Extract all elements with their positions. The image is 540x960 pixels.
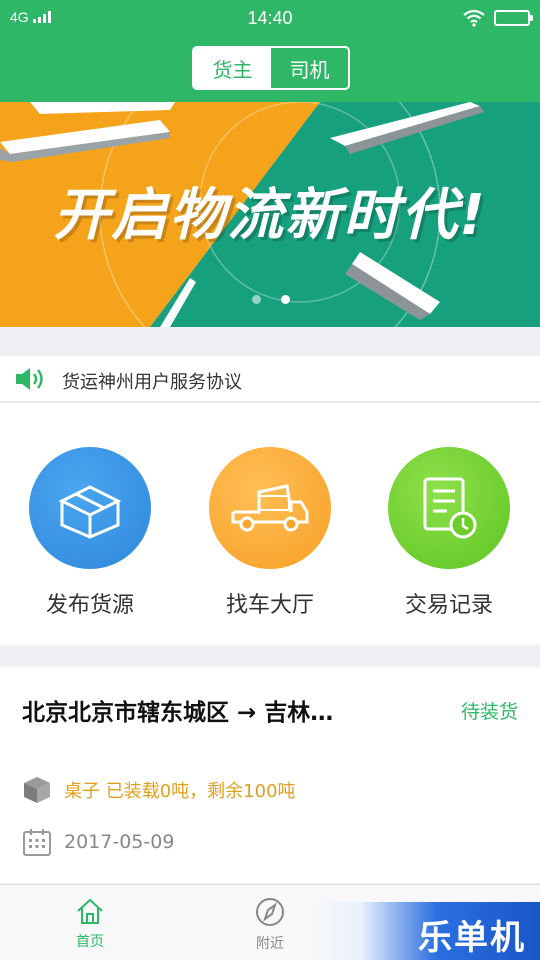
banner-pagination (252, 295, 290, 304)
menu-label: 发布货源 (45, 593, 134, 618)
cargo-box-icon (24, 777, 50, 803)
order-date: 2017-05-09 (22, 827, 174, 857)
order-goods: 桌子 已装载0吨，剩余100吨 (22, 775, 296, 805)
battery-icon (494, 10, 533, 26)
role-switch: 货主 司机 (192, 46, 350, 90)
wifi-icon (463, 9, 485, 27)
record-icon (388, 447, 510, 569)
status-bar: 4G 14:40 (0, 0, 540, 36)
date-text: 2017-05-09 (64, 831, 175, 853)
goods-text: 桌子 已装载0吨，剩余100吨 (64, 781, 296, 802)
menu-transaction-records[interactable]: 交易记录 (387, 447, 511, 619)
site-watermark: 乐单机 (310, 902, 540, 960)
menu-publish-cargo[interactable]: 发布货源 (28, 447, 152, 619)
menu-label: 交易记录 (404, 593, 493, 618)
tab-label: 附近 (256, 936, 284, 952)
segment-shipper[interactable]: 货主 (194, 48, 271, 88)
tab-home[interactable]: 首页 (50, 897, 130, 951)
box-icon (29, 447, 151, 569)
banner-headline: 开启物流新时代! (53, 183, 487, 248)
order-route: 北京北京市辖东城区 → 吉林… (22, 700, 334, 726)
watermark-text: 乐单机 (418, 918, 526, 958)
speaker-icon (16, 368, 43, 390)
status-icons (462, 9, 533, 27)
order-card[interactable]: 北京北京市辖东城区 → 吉林… 待装货 桌子 已装载0吨，剩余100吨 2017… (0, 667, 540, 883)
page-dot-active[interactable] (281, 295, 290, 304)
segment-driver[interactable]: 司机 (271, 48, 348, 88)
menu-label: 找车大厅 (225, 593, 314, 618)
clock: 14:40 (247, 8, 293, 28)
notice-bar[interactable]: 货运神州用户服务协议 (0, 356, 540, 402)
notice-text: 货运神州用户服务协议 (62, 372, 242, 393)
tab-nearby[interactable]: 附近 (230, 897, 310, 953)
page-dot[interactable] (252, 295, 261, 304)
top-header: 货主 司机 (0, 36, 540, 102)
order-status: 待装货 (460, 701, 518, 723)
home-icon (77, 898, 103, 924)
compass-icon (256, 898, 284, 926)
function-menu: 发布货源 找车大厅 交易记录 (0, 403, 540, 645)
calendar-icon (23, 829, 51, 856)
tab-label: 首页 (76, 934, 104, 950)
promo-banner[interactable]: 开启物流新时代! (0, 102, 540, 327)
menu-find-truck[interactable]: 找车大厅 (208, 447, 332, 619)
truck-icon (209, 447, 331, 569)
